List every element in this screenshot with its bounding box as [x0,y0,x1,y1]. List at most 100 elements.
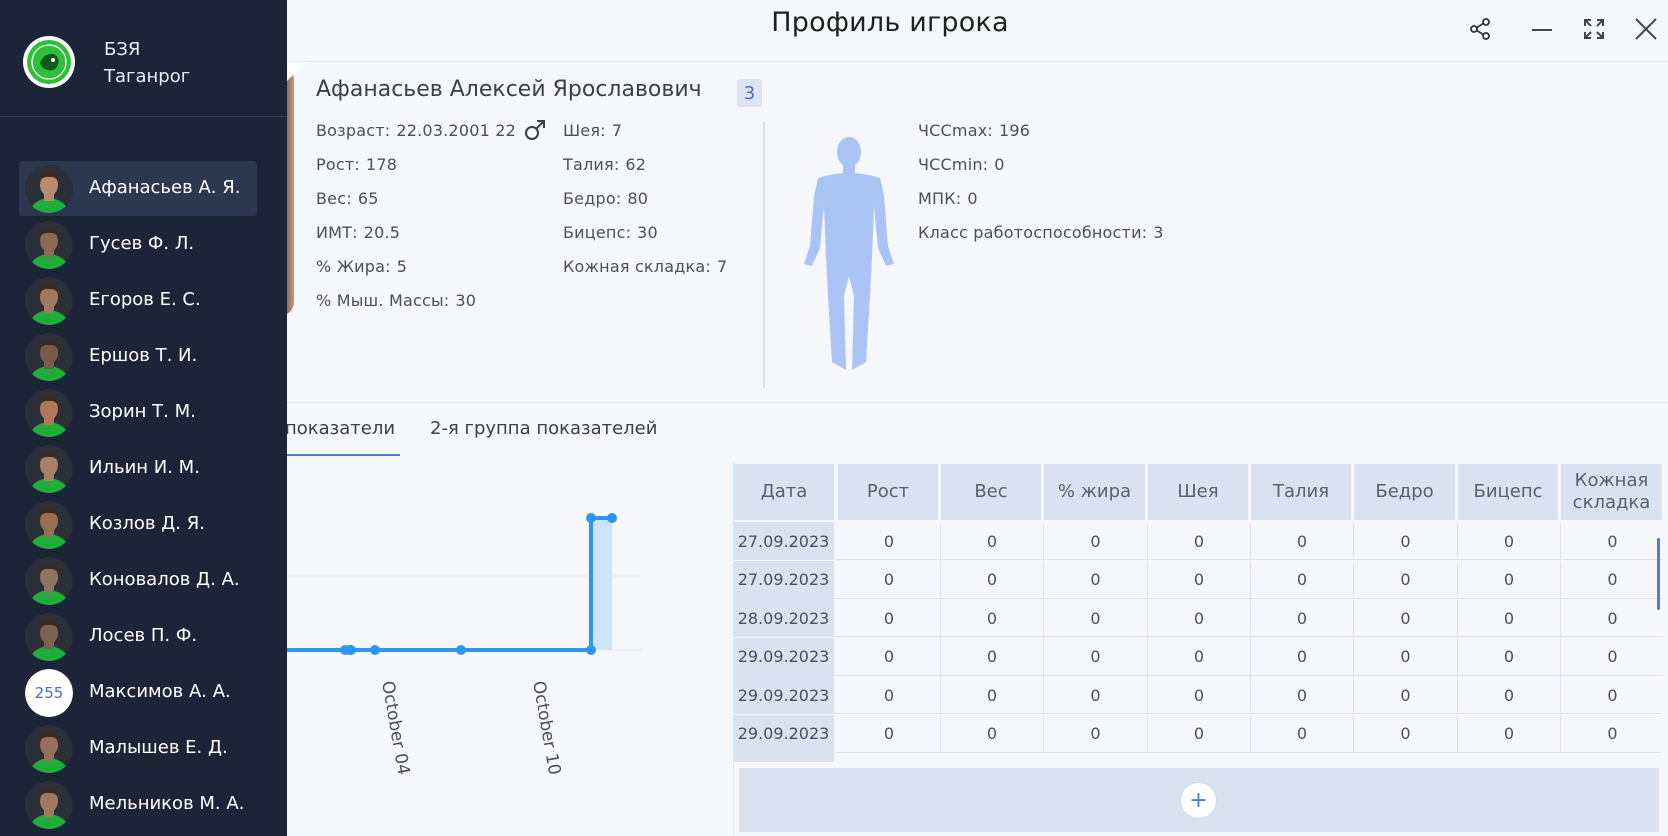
table-row[interactable]: 27.09.2023 0 0 0 0 0 0 0 0 [734,522,1662,560]
table-header-cell[interactable]: Бедро [1354,464,1455,520]
stat-value: 65 [357,189,379,208]
stat-value: 22.03.2001 22 [396,121,516,140]
chart-point [586,645,596,655]
table-cell: 0 [1561,522,1662,560]
chart-point [456,645,466,655]
table-cell: 0 [1561,599,1662,637]
active-tab-underline [270,454,400,456]
table-header-cell[interactable]: Дата [734,464,834,520]
table-cell: 0 [1148,714,1251,753]
tab-indicators[interactable]: показатели [285,418,395,439]
table-header-cell[interactable]: Шея [1148,464,1248,520]
sidebar-player-item[interactable]: Малышев Е. Д. [19,721,257,776]
sidebar-player-item[interactable]: Егоров Е. С. [19,273,257,328]
org-name-line2: Таганрог [104,66,191,87]
add-row-button[interactable]: + [1181,783,1216,818]
table-cell: 0 [1044,599,1148,637]
chart-x-tick-label: October 10 [528,679,564,776]
male-icon [525,120,545,140]
sidebar-player-item[interactable]: Козлов Д. Я. [19,497,257,552]
stat-label: Кожная складка: [563,257,711,276]
sidebar-separator [0,116,287,117]
stat-value: 7 [611,121,623,140]
sidebar-player-item[interactable]: Мельников М. А. [19,777,257,832]
stat-value: 30 [637,223,658,242]
minimize-button[interactable] [1527,14,1557,44]
share-button[interactable] [1465,14,1495,44]
sidebar-player-item[interactable]: Афанасьев А. Я. [19,161,257,216]
stat-value: 178 [365,155,398,174]
player-name-label: Афанасьев А. Я. [89,177,241,198]
table-cell: 0 [1354,560,1458,599]
table-cell: 0 [838,637,941,676]
player-avatar-icon [25,613,73,661]
sidebar-player-item[interactable]: Лосев П. Ф. [19,609,257,664]
table-date-cell: 28.09.2023 [734,599,834,637]
table-date-cell: 29.09.2023 [734,676,834,714]
player-name-label: Козлов Д. Я. [89,513,205,534]
table-cell: 0 [1251,676,1354,714]
sidebar-player-item[interactable]: Коновалов Д. А. [19,553,257,608]
profile-divider [763,122,765,388]
table-cell: 0 [1148,599,1251,637]
chart-point [345,645,355,655]
table-cell: 0 [1561,638,1662,676]
stat-value: 7 [716,257,728,276]
player-name-label: Ильин И. М. [89,457,200,478]
player-avatar-icon [25,501,73,549]
stat-label: Класс работоспособности: [918,223,1148,242]
table-header-cell[interactable]: Рост [838,464,938,520]
stat-value: 80 [627,189,649,208]
player-name-label: Максимов А. А. [89,681,231,702]
player-avatar-icon [25,781,73,829]
minimize-icon [1532,29,1552,31]
col1-stat: Рост: 178 [316,155,397,174]
stat-value: 5 [396,257,408,276]
table-cell: 0 [1148,676,1251,714]
stat-value: 196 [998,121,1031,140]
sidebar-player-item[interactable]: Ершов Т. И. [19,329,257,384]
col2-stat: Талия: 62 [563,155,646,174]
avatar [25,557,73,605]
avatar [25,221,73,269]
sidebar-player-item[interactable]: Гусев Ф. Л. [19,217,257,272]
sidebar-player-item[interactable]: Зорин Т. М. [19,385,257,440]
table-cell: 0 [1251,599,1354,637]
table-header-cell[interactable]: Вес [941,464,1041,520]
table-cell: 0 [1148,637,1251,676]
close-button[interactable] [1631,14,1661,44]
sidebar-player-item[interactable]: Ильин И. М. [19,441,257,496]
avatar: 255 [25,669,73,717]
table-header-cell[interactable]: % жира [1044,464,1145,520]
table-row[interactable]: 28.09.2023 0 0 0 0 0 0 0 0 [734,599,1662,637]
sidebar: БЗЯ Таганрог Афанасьев А. Я. Гусев Ф. Л. Е… [0,0,287,836]
table-header-cell[interactable]: Кожная складка [1561,464,1662,520]
table-cell: 0 [838,599,941,637]
col2-stat: Шея: 7 [563,121,622,140]
table-cell: 0 [1148,560,1251,599]
fullscreen-button[interactable] [1579,14,1609,44]
col1-stat: % Мыш. Массы: 30 [316,291,476,310]
table-row[interactable]: 27.09.2023 0 0 0 0 0 0 0 0 [734,560,1662,599]
table-header-cell[interactable]: Талия [1251,464,1351,520]
sidebar-player-item[interactable]: 255 Максимов А. А. [19,665,257,720]
org-logo [23,36,75,88]
table-header-cell[interactable]: Бицепс [1458,464,1558,520]
table-cell: 0 [838,676,941,714]
table-scrollbar[interactable] [1657,538,1660,610]
avatar [25,725,73,773]
table-row[interactable]: 29.09.2023 0 0 0 0 0 0 0 0 [734,676,1662,714]
stat-label: Талия: [563,155,620,174]
table-cell: 0 [941,637,1044,676]
table-date-cell: 29.09.2023 [734,637,834,676]
tab-group-2[interactable]: 2-я группа показателей [430,418,657,439]
table-row[interactable]: 29.09.2023 0 0 0 0 0 0 0 0 [734,637,1662,676]
player-name-label: Мельников М. А. [89,793,245,814]
table-row[interactable]: 29.09.2023 0 0 0 0 0 0 0 0 [734,714,1662,753]
stat-label: ИМТ: [316,223,358,242]
player-name-label: Коновалов Д. А. [89,569,240,590]
table-cell: 0 [1044,560,1148,599]
table-date-cell: 27.09.2023 [734,522,834,560]
chart-point [607,513,617,523]
table-cell: 0 [1354,714,1458,753]
